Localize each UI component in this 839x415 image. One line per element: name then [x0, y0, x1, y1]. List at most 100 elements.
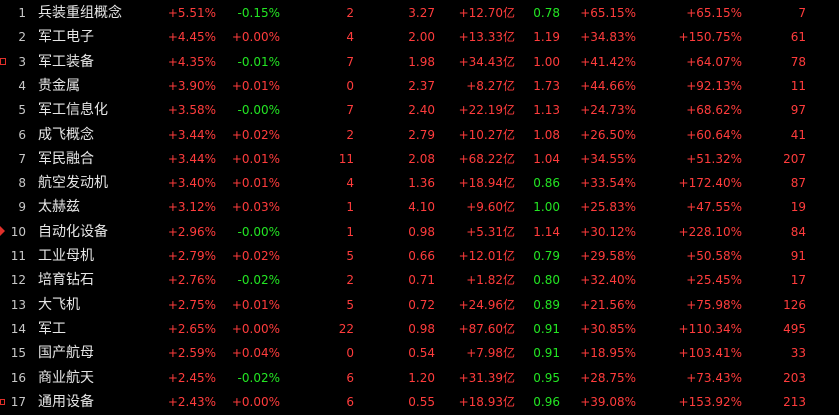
volume-ratio: 0.98 — [408, 224, 435, 239]
volume-ratio: 2.79 — [408, 127, 435, 142]
constituent-count: 126 — [783, 297, 806, 312]
sector-name: 兵装重组概念 — [38, 5, 122, 21]
limit-up-count: 0 — [346, 78, 354, 93]
volume-ratio: 0.71 — [408, 273, 435, 288]
table-row[interactable]: 2 军工电子 +4.45% +0.00% 4 2.00 +13.33亿 1.19 +34.83%… — [0, 25, 839, 49]
limit-up-count: 4 — [346, 176, 354, 191]
volume-ratio: 1.20 — [408, 370, 435, 385]
row-index: 15 — [10, 346, 26, 361]
row-index: 11 — [10, 249, 26, 263]
yearly-change: +73.43% — [686, 370, 742, 385]
yearly-change: +47.55% — [686, 200, 742, 215]
table-row[interactable]: 6 成飞概念 +3.44% +0.02% 2 2.79 +10.27亿 1.08 +26.50%… — [0, 123, 839, 147]
sector-board-table: 1 兵装重组概念 +5.51% -0.15% 2 3.27 +12.70亿 0.78 +65.1… — [0, 0, 839, 415]
speed-percent: +0.01% — [231, 297, 280, 312]
net-inflow-amount: +12.01亿 — [458, 249, 515, 263]
sector-name: 培育钻石 — [38, 272, 94, 289]
speed-percent: +0.03% — [231, 200, 280, 215]
net-inflow-amount: +10.27亿 — [458, 127, 515, 142]
limit-up-count: 6 — [346, 394, 354, 409]
row-index: 4 — [18, 78, 26, 93]
table-row[interactable]: 14 军工 +2.65% +0.00% 22 0.98 +87.60亿 0.91 +30.85%… — [0, 317, 839, 341]
speed-percent: +0.04% — [231, 346, 280, 361]
turnover-value: 1.73 — [533, 78, 560, 93]
constituent-count: 203 — [783, 370, 806, 385]
net-inflow-amount: +8.27亿 — [466, 78, 515, 93]
yearly-change: +51.32% — [686, 151, 742, 166]
constituent-count: 7 — [798, 6, 806, 20]
volume-ratio: 0.54 — [408, 346, 435, 361]
yearly-change: +228.10% — [678, 224, 742, 239]
table-row[interactable]: 5 军工信息化 +3.58% -0.00% 7 2.40 +22.19亿 1.13 +24.73… — [0, 98, 839, 122]
constituent-count: 91 — [790, 249, 806, 263]
limit-up-count: 2 — [346, 127, 354, 142]
row-index: 9 — [18, 200, 26, 215]
limit-up-count: 5 — [346, 249, 354, 263]
speed-percent: +0.02% — [231, 249, 280, 263]
row-index: 6 — [18, 127, 26, 142]
constituent-count: 84 — [790, 224, 806, 239]
ytd-change: +24.73% — [580, 103, 636, 118]
speed-percent: +0.01% — [231, 151, 280, 166]
change-percent: +2.43% — [167, 394, 216, 409]
speed-percent: -0.15% — [237, 6, 280, 20]
ytd-change: +65.15% — [580, 6, 636, 20]
limit-up-count: 1 — [346, 200, 354, 215]
row-index: 12 — [10, 273, 26, 288]
scrollbar[interactable] — [833, 0, 839, 415]
change-percent: +2.75% — [167, 297, 216, 312]
speed-percent: +0.00% — [231, 394, 280, 409]
net-inflow-amount: +1.82亿 — [466, 273, 515, 288]
table-row[interactable]: 4 贵金属 +3.90% +0.01% 0 2.37 +8.27亿 1.73 +44.66% +9… — [0, 74, 839, 98]
turnover-value: 1.08 — [533, 127, 560, 142]
constituent-count: 207 — [783, 151, 806, 166]
turnover-value: 0.78 — [533, 6, 560, 20]
row-index: 8 — [18, 176, 26, 191]
yearly-change: +110.34% — [678, 321, 742, 336]
yearly-change: +60.64% — [686, 127, 742, 142]
limit-up-count: 6 — [346, 370, 354, 385]
yearly-change: +103.41% — [678, 346, 742, 361]
table-row[interactable]: 16 商业航天 +2.45% -0.02% 6 1.20 +31.39亿 0.95 +28.75… — [0, 366, 839, 390]
change-percent: +4.35% — [167, 54, 216, 69]
yearly-change: +92.13% — [686, 78, 742, 93]
turnover-value: 1.04 — [533, 151, 560, 166]
table-row[interactable]: 10 自动化设备 +2.96% -0.00% 1 0.98 +5.31亿 1.14 +30.12… — [0, 220, 839, 244]
net-inflow-amount: +22.19亿 — [458, 103, 515, 118]
net-inflow-amount: +24.96亿 — [458, 297, 515, 312]
row-index: 2 — [18, 30, 26, 45]
sector-name: 军工信息化 — [38, 102, 108, 119]
ytd-change: +39.08% — [580, 394, 636, 409]
table-row[interactable]: 12 培育钻石 +2.76% -0.02% 2 0.71 +1.82亿 0.80 +32.40%… — [0, 268, 839, 292]
volume-ratio: 2.37 — [408, 78, 435, 93]
change-percent: +2.65% — [167, 321, 216, 336]
limit-up-count: 5 — [346, 297, 354, 312]
volume-ratio: 2.40 — [408, 103, 435, 118]
turnover-value: 1.14 — [533, 224, 560, 239]
table-row[interactable]: 11 工业母机 +2.79% +0.02% 5 0.66 +12.01亿 0.79 +29.58… — [0, 244, 839, 268]
table-row[interactable]: 13 大飞机 +2.75% +0.01% 5 0.72 +24.96亿 0.89 +21.56%… — [0, 293, 839, 317]
table-row[interactable]: 3 军工装备 +4.35% -0.01% 7 1.98 +34.43亿 1.00 +41.42%… — [0, 50, 839, 74]
table-row[interactable]: 9 太赫兹 +3.12% +0.03% 1 4.10 +9.60亿 1.00 +25.83% +4… — [0, 195, 839, 219]
row-index: 17 — [10, 394, 26, 409]
ytd-change: +30.85% — [580, 321, 636, 336]
row-index: 16 — [10, 370, 26, 385]
turnover-value: 0.91 — [533, 346, 560, 361]
table-row[interactable]: 17 通用设备 +2.43% +0.00% 6 0.55 +18.93亿 0.96 +39.08… — [0, 390, 839, 414]
table-row[interactable]: 15 国产航母 +2.59% +0.04% 0 0.54 +7.98亿 0.91 +18.95%… — [0, 341, 839, 365]
turnover-value: 0.89 — [533, 297, 560, 312]
turnover-value: 0.91 — [533, 321, 560, 336]
ytd-change: +44.66% — [580, 78, 636, 93]
table-row[interactable]: 8 航空发动机 +3.40% +0.01% 4 1.36 +18.94亿 0.86 +33.54… — [0, 171, 839, 195]
volume-ratio: 0.98 — [408, 321, 435, 336]
volume-ratio: 3.27 — [408, 6, 435, 20]
ytd-change: +26.50% — [580, 127, 636, 142]
limit-up-count: 22 — [338, 321, 354, 336]
volume-ratio: 1.36 — [408, 176, 435, 191]
net-inflow-amount: +12.70亿 — [458, 6, 515, 20]
table-row[interactable]: 1 兵装重组概念 +5.51% -0.15% 2 3.27 +12.70亿 0.78 +65.1… — [0, 1, 839, 25]
table-row[interactable]: 7 军民融合 +3.44% +0.01% 11 2.08 +68.22亿 1.04 +34.55… — [0, 147, 839, 171]
change-percent: +3.44% — [167, 151, 216, 166]
change-percent: +3.44% — [167, 127, 216, 142]
ytd-change: +29.58% — [580, 249, 636, 263]
